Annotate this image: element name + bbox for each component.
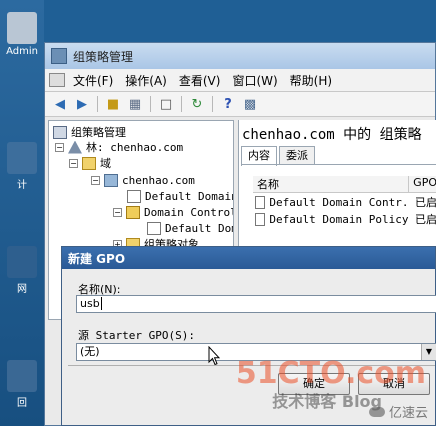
console-icon[interactable]: ▩ — [241, 95, 259, 113]
forest-icon — [68, 140, 82, 154]
tree-item-domain-controllers[interactable]: − Domain Control — [113, 204, 233, 220]
up-folder-icon[interactable]: ■ — [104, 95, 122, 113]
watermark: 51CTO.com 技术博客 Blog 亿速云 — [236, 356, 432, 422]
gpo-status: 已启 — [415, 213, 436, 226]
menu-view[interactable]: 查看(V) — [173, 72, 227, 89]
tree-item-domain[interactable]: − chenhao.com — [91, 172, 195, 188]
toolbar: ◀ ▶ ■ ▦ □ ↻ ? ▩ — [45, 92, 435, 117]
folder-icon — [82, 156, 96, 170]
gpo-link-icon — [147, 221, 161, 235]
watermark-blog: 技术博客 Blog — [272, 392, 382, 411]
cloud-logo-icon — [368, 406, 385, 417]
source-starter-gpo-label: 源 Starter GPO(S): — [78, 329, 195, 342]
dialog-titlebar[interactable]: 新建 GPO — [62, 247, 435, 269]
forward-icon[interactable]: ▶ — [73, 95, 91, 113]
tree-item-forest[interactable]: − 林: chenhao.com — [55, 139, 183, 155]
properties-icon[interactable]: □ — [157, 95, 175, 113]
tree-item-gpo-link-default-dc[interactable]: Default Dom — [147, 220, 233, 236]
list-header: 名称 GPO — [253, 176, 436, 193]
gpo-name-input[interactable]: usb — [76, 295, 436, 313]
help-icon[interactable]: ? — [219, 95, 237, 113]
collapse-icon[interactable]: − — [55, 142, 64, 152]
menu-window[interactable]: 窗口(W) — [226, 72, 283, 89]
recycle-bin-icon — [7, 360, 37, 392]
menu-help[interactable]: 帮助(H) — [284, 72, 338, 89]
window-title: 组策略管理 — [73, 49, 134, 64]
list-item[interactable]: Default Domain Policy 已启 — [253, 211, 436, 227]
text-caret — [100, 297, 102, 310]
menu-action[interactable]: 操作(A) — [119, 72, 173, 89]
menubar: 文件(F) 操作(A) 查看(V) 窗口(W) 帮助(H) — [45, 69, 435, 92]
dialog-title: 新建 GPO — [68, 251, 126, 266]
toolbar-separator — [150, 96, 151, 112]
menu-file[interactable]: 文件(F) — [67, 72, 119, 89]
column-header-name[interactable]: 名称 — [253, 176, 410, 192]
tree-item-root[interactable]: 组策略管理 — [53, 124, 126, 140]
tree-item-gpo-link-default-domain[interactable]: Default Domain — [127, 188, 233, 204]
console-menu-icon[interactable] — [49, 73, 65, 87]
refresh-icon[interactable]: ↻ — [188, 95, 206, 113]
desktop-icon-network[interactable]: 网 — [2, 246, 42, 295]
gpmc-icon — [53, 125, 67, 139]
desktop-icon-recycle-bin[interactable]: 回 — [2, 360, 42, 409]
tab-delegation[interactable]: 委派 — [279, 146, 315, 165]
mouse-cursor-icon — [208, 346, 220, 366]
list-item[interactable]: Default Domain Contr... 已启 — [253, 194, 436, 210]
toolbar-separator — [181, 96, 182, 112]
desktop-icon-admin[interactable]: Admin — [2, 12, 42, 57]
collapse-icon[interactable]: − — [91, 175, 100, 185]
gpo-link-icon — [127, 189, 141, 203]
toolbar-separator — [212, 96, 213, 112]
gpo-name: Default Domain Contr... — [269, 195, 409, 209]
toolbar-separator — [97, 96, 98, 112]
window-titlebar[interactable]: 组策略管理 — [45, 43, 435, 69]
network-icon — [7, 246, 37, 278]
details-tabs: 内容 委派 — [241, 146, 317, 166]
back-icon[interactable]: ◀ — [51, 95, 69, 113]
desktop-icon-computer[interactable]: 计 — [2, 142, 42, 191]
collapse-icon[interactable]: − — [113, 207, 122, 217]
gpo-icon — [255, 212, 266, 226]
tab-contents[interactable]: 内容 — [241, 146, 277, 166]
details-title: chenhao.com 中的 组策略 — [242, 127, 422, 143]
watermark-51cto: 51CTO.com — [235, 356, 426, 391]
domain-icon — [104, 173, 118, 187]
computer-icon — [7, 142, 37, 174]
watermark-yisuyun: 亿速云 — [368, 402, 428, 421]
gpo-status: 已启 — [415, 196, 436, 209]
gpmc-app-icon — [51, 48, 67, 64]
show-hide-tree-icon[interactable]: ▦ — [126, 95, 144, 113]
tab-divider — [241, 164, 436, 165]
column-header-gpo-status[interactable]: GPO — [409, 176, 436, 192]
gpo-icon — [255, 195, 266, 209]
collapse-icon[interactable]: − — [69, 158, 78, 168]
ou-icon — [126, 205, 140, 219]
tree-item-domains[interactable]: − 域 — [69, 155, 111, 171]
folder-icon — [7, 12, 37, 44]
gpo-name: Default Domain Policy — [269, 212, 409, 226]
